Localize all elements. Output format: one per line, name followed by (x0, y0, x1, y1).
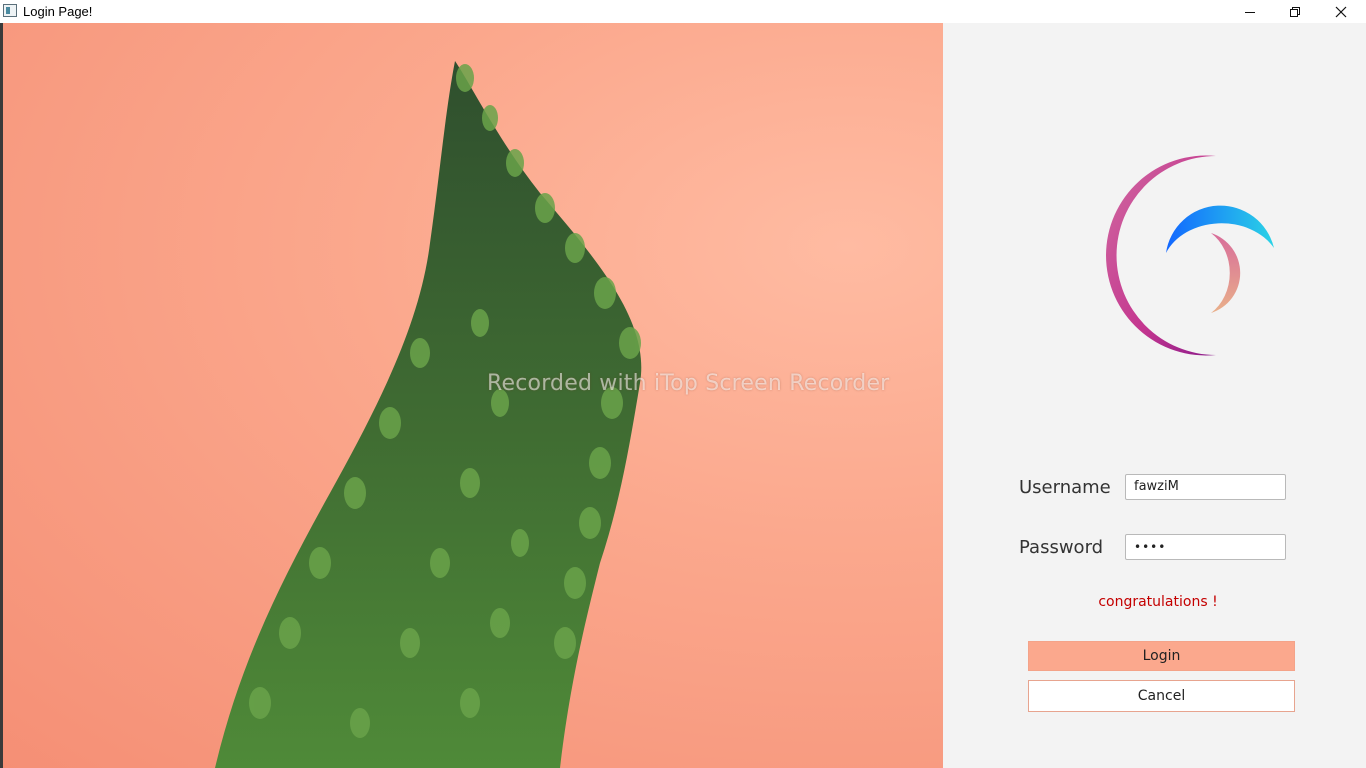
close-button[interactable] (1318, 0, 1364, 23)
recorder-watermark: Recorded with iTop Screen Recorder (487, 371, 890, 396)
title-bar: Login Page! (0, 0, 1366, 23)
minimize-button[interactable] (1227, 0, 1273, 23)
password-field[interactable]: •••• (1125, 534, 1286, 560)
username-label: Username (1019, 477, 1111, 498)
window-title: Login Page! (23, 4, 93, 19)
restore-button[interactable] (1272, 0, 1318, 23)
login-panel: Username fawziM Password •••• congratula… (943, 23, 1366, 768)
app-logo (1106, 155, 1274, 356)
close-icon (1335, 6, 1347, 17)
password-label: Password (1019, 537, 1104, 558)
app-icon (3, 4, 17, 17)
login-button[interactable]: Login (1028, 641, 1295, 671)
minimize-icon (1245, 11, 1255, 13)
status-message: congratulations ! (1098, 594, 1218, 610)
cancel-button[interactable]: Cancel (1028, 680, 1295, 712)
background-photo: Recorded with iTop Screen Recorder (0, 23, 943, 768)
username-field[interactable]: fawziM (1125, 474, 1286, 500)
restore-icon (1290, 6, 1300, 17)
